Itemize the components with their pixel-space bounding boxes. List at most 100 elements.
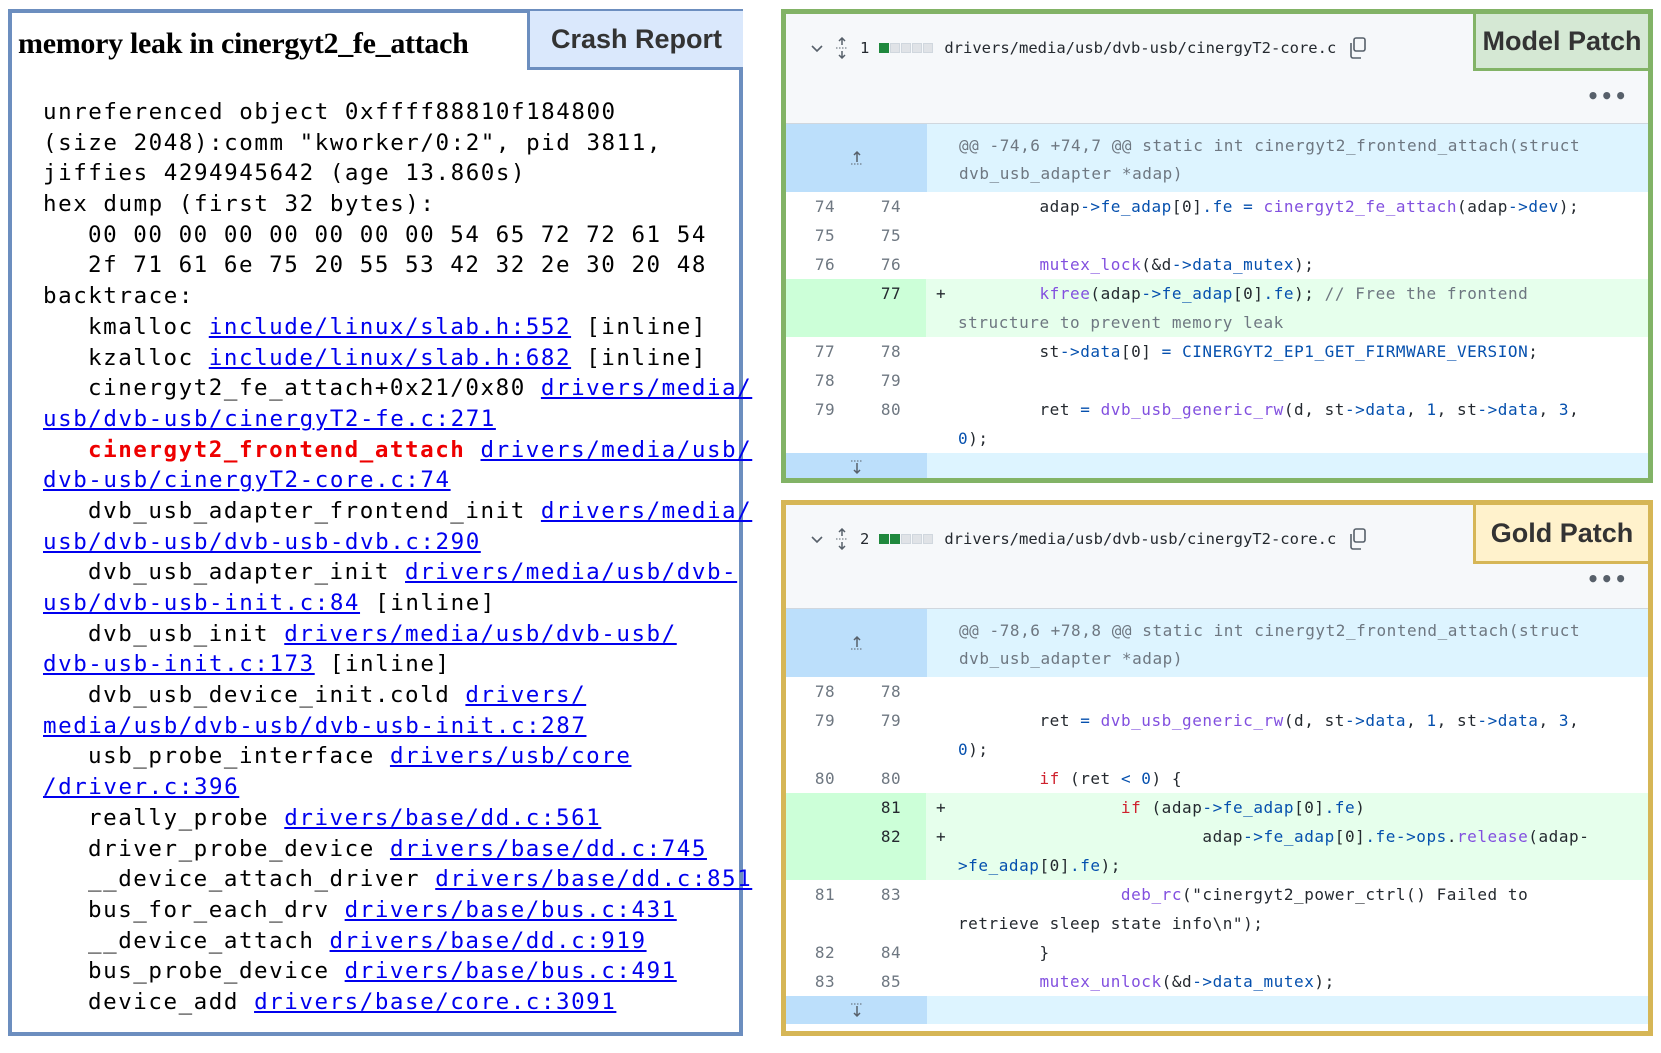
code-visual-line bbox=[958, 221, 968, 250]
trace-line: __device_attach drivers/base/dd.c:919 bbox=[43, 926, 752, 957]
diff-sign bbox=[926, 706, 958, 764]
source-link[interactable]: drivers/base/dd.c:851 bbox=[435, 866, 752, 892]
trace-text: usb_probe_interface bbox=[88, 743, 390, 770]
copy-icon[interactable] bbox=[1346, 36, 1368, 60]
code-token: , bbox=[1406, 711, 1427, 730]
source-link[interactable]: drivers/media/ bbox=[541, 498, 752, 524]
expand-up-button[interactable] bbox=[786, 609, 927, 677]
code-token: ); bbox=[1558, 197, 1580, 216]
new-line-number[interactable]: 80 bbox=[856, 764, 926, 793]
new-line-number[interactable]: 78 bbox=[856, 337, 926, 366]
code-token: (&d bbox=[1141, 255, 1172, 274]
old-line-number[interactable] bbox=[786, 279, 856, 337]
source-link[interactable]: drivers/base/core.c:3091 bbox=[254, 989, 616, 1015]
source-link[interactable]: drivers/base/dd.c:561 bbox=[284, 805, 601, 831]
source-link[interactable]: drivers/base/bus.c:431 bbox=[345, 897, 677, 923]
expand-down-button[interactable] bbox=[786, 453, 927, 478]
source-link[interactable]: drivers/ bbox=[465, 682, 586, 708]
old-line-number[interactable]: 83 bbox=[786, 967, 856, 996]
hunk-header: @@ -74,6 +74,7 @@ static int cinergyt2_f… bbox=[786, 124, 1648, 192]
new-line-number[interactable]: 85 bbox=[856, 967, 926, 996]
new-line-number[interactable]: 76 bbox=[856, 250, 926, 279]
source-link[interactable]: drivers/base/bus.c:491 bbox=[345, 958, 677, 984]
source-link[interactable]: include/linux/slab.h:552 bbox=[209, 314, 571, 340]
old-line-number[interactable]: 78 bbox=[786, 366, 856, 395]
code-visual-line: if (ret < 0) { bbox=[958, 764, 1182, 793]
old-line-number[interactable] bbox=[786, 793, 856, 822]
code-token: kfree bbox=[958, 284, 1091, 303]
old-line-number[interactable]: 75 bbox=[786, 221, 856, 250]
expand-down-button[interactable] bbox=[786, 996, 927, 1024]
expand-up-button[interactable] bbox=[786, 124, 927, 192]
new-line-number[interactable]: 75 bbox=[856, 221, 926, 250]
source-link[interactable]: drivers/media/usb/ bbox=[481, 437, 753, 463]
more-options-icon[interactable]: ••• bbox=[1587, 84, 1628, 108]
old-line-number[interactable]: 81 bbox=[786, 880, 856, 938]
old-line-number[interactable]: 74 bbox=[786, 192, 856, 221]
new-line-number[interactable]: 78 bbox=[856, 677, 926, 706]
source-link[interactable]: usb/dvb-usb/dvb-usb-dvb.c:290 bbox=[43, 529, 481, 555]
expand-all-icon[interactable] bbox=[834, 528, 850, 550]
old-line-number[interactable]: 80 bbox=[786, 764, 856, 793]
source-link[interactable]: drivers/base/dd.c:745 bbox=[390, 836, 707, 862]
code-token: 0 bbox=[1131, 769, 1152, 788]
code-token: ret bbox=[958, 400, 1071, 419]
code-token: < bbox=[1120, 769, 1132, 788]
context-line-row: 77 78 st->data[0] = CINERGYT2_EP1_GET_FIR… bbox=[786, 337, 1648, 366]
new-line-number[interactable]: 79 bbox=[856, 366, 926, 395]
old-line-number[interactable]: 77 bbox=[786, 337, 856, 366]
trace-text: kmalloc bbox=[88, 313, 209, 340]
new-line-number[interactable]: 83 bbox=[856, 880, 926, 938]
source-link[interactable]: /driver.c:396 bbox=[43, 774, 239, 800]
hunk-header-line: @@ -78,6 +78,8 @@ static int cinergyt2_f… bbox=[959, 621, 1581, 640]
diff-sign bbox=[926, 938, 958, 967]
source-link[interactable]: drivers/media/usb/dvb-usb/ bbox=[284, 621, 677, 647]
new-line-number[interactable]: 74 bbox=[856, 192, 926, 221]
source-link[interactable]: drivers/base/dd.c:919 bbox=[330, 928, 647, 954]
context-line-row: 78 79 bbox=[786, 366, 1648, 395]
source-link[interactable]: include/linux/slab.h:682 bbox=[209, 345, 571, 371]
chevron-down-icon[interactable] bbox=[810, 41, 824, 55]
code-token: ); bbox=[1294, 284, 1325, 303]
old-line-number[interactable] bbox=[786, 822, 856, 880]
source-link[interactable]: drivers/media/ bbox=[541, 375, 752, 401]
source-link[interactable]: dvb-usb-init.c:173 bbox=[43, 651, 315, 677]
code-visual-line: adap->fe_adap[0].fe = cinergyt2_fe_attac… bbox=[958, 192, 1579, 221]
new-line-number[interactable]: 81 bbox=[856, 793, 926, 822]
old-line-number[interactable]: 82 bbox=[786, 938, 856, 967]
code-content: if (ret < 0) { bbox=[958, 764, 1182, 793]
trace-text: unreferenced object 0xffff88810f184800 bbox=[43, 99, 617, 125]
source-link[interactable]: usb/dvb-usb/cinergyT2-fe.c:271 bbox=[43, 406, 496, 432]
code-visual-line: >fe_adap[0].fe); bbox=[958, 851, 1589, 880]
old-line-number[interactable]: 76 bbox=[786, 250, 856, 279]
diff-sign bbox=[926, 337, 958, 366]
expand-all-icon[interactable] bbox=[834, 37, 850, 59]
new-line-number[interactable]: 80 bbox=[856, 395, 926, 453]
hunk-header-text: @@ -78,6 +78,8 @@ static int cinergyt2_f… bbox=[927, 609, 1580, 677]
code-token: mutex_lock bbox=[958, 255, 1142, 274]
old-line-number[interactable]: 79 bbox=[786, 395, 856, 453]
trace-text: bus_for_each_drv bbox=[88, 896, 345, 923]
code-visual-line bbox=[958, 677, 968, 706]
code-token: ->dev bbox=[1507, 197, 1559, 216]
source-link[interactable]: drivers/usb/core bbox=[390, 743, 632, 769]
chevron-down-icon[interactable] bbox=[810, 532, 824, 546]
code-visual-line: ret = dvb_usb_generic_rw(d, st->data, 1,… bbox=[958, 395, 1579, 424]
expand-row bbox=[786, 453, 1648, 478]
source-link[interactable]: media/usb/dvb-usb/dvb-usb-init.c:287 bbox=[43, 713, 586, 739]
trace-text: (size 2048):comm "kworker/0:2", pid 3811… bbox=[43, 129, 662, 156]
code-visual-line: st->data[0] = CINERGYT2_EP1_GET_FIRMWARE… bbox=[958, 337, 1538, 366]
code-visual-line: ret = dvb_usb_generic_rw(d, st->data, 1,… bbox=[958, 706, 1579, 735]
new-line-number[interactable]: 82 bbox=[856, 822, 926, 880]
more-options-icon[interactable]: ••• bbox=[1587, 567, 1628, 591]
diffstat-neutral-block bbox=[901, 43, 912, 53]
old-line-number[interactable]: 78 bbox=[786, 677, 856, 706]
new-line-number[interactable]: 77 bbox=[856, 279, 926, 337]
source-link[interactable]: drivers/media/usb/dvb- bbox=[405, 559, 737, 585]
source-link[interactable]: dvb-usb/cinergyT2-core.c:74 bbox=[43, 467, 451, 493]
source-link[interactable]: usb/dvb-usb-init.c:84 bbox=[43, 590, 360, 616]
copy-icon[interactable] bbox=[1346, 527, 1368, 551]
new-line-number[interactable]: 79 bbox=[856, 706, 926, 764]
new-line-number[interactable]: 84 bbox=[856, 938, 926, 967]
old-line-number[interactable]: 79 bbox=[786, 706, 856, 764]
